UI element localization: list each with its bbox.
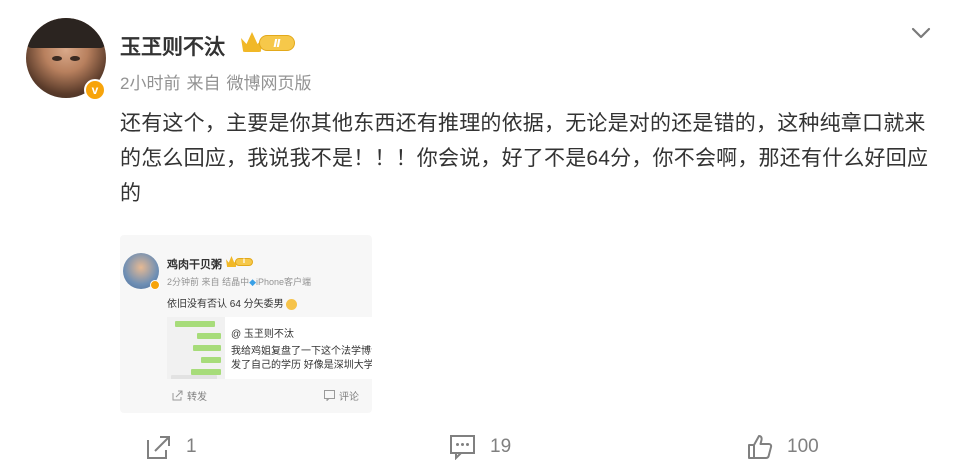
post-time[interactable]: 2小时前 (120, 74, 180, 93)
embedded-source-prefix: 来自 (201, 277, 220, 287)
embedded-meta: 2分钟前 来自 结晶中◆iPhone客户端 (167, 275, 311, 288)
chat-bubble (175, 321, 215, 327)
comment-icon (450, 435, 475, 460)
rank-badge[interactable]: Ⅱ (241, 31, 297, 53)
embedded-actions: 转发 评论 (120, 383, 372, 407)
embedded-image[interactable]: 鸡肉干贝粥 Ⅰ 2分钟前 来自 结晶中◆iPhone客户端 依旧没有否认 64 … (120, 235, 372, 413)
diamond-icon: ◆ (249, 277, 256, 287)
embedded-rank-level: Ⅰ (235, 258, 253, 266)
chat-bubble (197, 333, 221, 339)
embedded-repost: 转发 (172, 388, 207, 403)
repost-count: 1 (186, 436, 197, 457)
comment-icon (324, 390, 335, 401)
thumbs-up-icon (748, 435, 773, 459)
chat-bubble (201, 357, 221, 363)
embedded-time: 2分钟前 (167, 277, 200, 287)
chat-screenshot-thumb (167, 317, 225, 379)
embedded-verified-icon (150, 280, 160, 290)
source-prefix: 来自 (186, 74, 221, 93)
chat-bubble (171, 375, 217, 379)
post-content: 还有这个，主要是你其他东西还有推理的依据，无论是对的还是错的，这种纯章口就来的怎… (120, 112, 929, 205)
like-button[interactable]: 100 (747, 430, 819, 464)
embedded-comment-label: 评论 (339, 392, 359, 403)
rank-level: Ⅱ (259, 35, 295, 51)
like-count: 100 (787, 436, 819, 457)
embedded-username: 鸡肉干贝粥 (167, 259, 222, 271)
embedded-source-mid: 结晶中 (222, 277, 250, 287)
avatar-eye (52, 56, 62, 61)
quoted-mention: @ 玉玊则不汰 (231, 329, 294, 340)
avatar-eye (70, 56, 80, 61)
chevron-down-icon[interactable] (909, 24, 933, 42)
repost-button[interactable]: 1 (146, 430, 197, 464)
post-meta: 2小时前 来自 微博网页版 (120, 69, 317, 94)
share-icon (147, 436, 170, 459)
quoted-post: @ 玉玊则不汰 我给鸡姐复盘了一下这个法学博士 发了自己的学历 好像是深圳大学的 (225, 317, 372, 379)
embedded-repost-label: 转发 (187, 392, 207, 403)
comment-button[interactable]: 19 (450, 430, 511, 464)
embedded-source: iPhone客户端 (256, 277, 312, 287)
post-source[interactable]: 微博网页版 (226, 74, 311, 93)
chat-bubble (193, 345, 221, 351)
avatar-hair (26, 18, 106, 48)
embedded-text: 依旧没有否认 64 分矢委男 (167, 295, 298, 310)
quoted-line: 我给鸡姐复盘了一下这个法学博士 (231, 346, 372, 357)
author-name[interactable]: 玉玊则不汰 (120, 31, 225, 61)
emoji-icon (286, 298, 298, 310)
comment-count: 19 (490, 436, 512, 457)
embedded-rank-badge: Ⅰ (226, 256, 254, 267)
share-icon (172, 390, 183, 401)
embedded-comment: 评论 (324, 388, 359, 403)
quoted-line: 发了自己的学历 好像是深圳大学的 (231, 360, 372, 371)
verified-badge-icon: v (84, 79, 106, 101)
embedded-text-body: 依旧没有否认 64 分矢委男 (167, 299, 284, 310)
